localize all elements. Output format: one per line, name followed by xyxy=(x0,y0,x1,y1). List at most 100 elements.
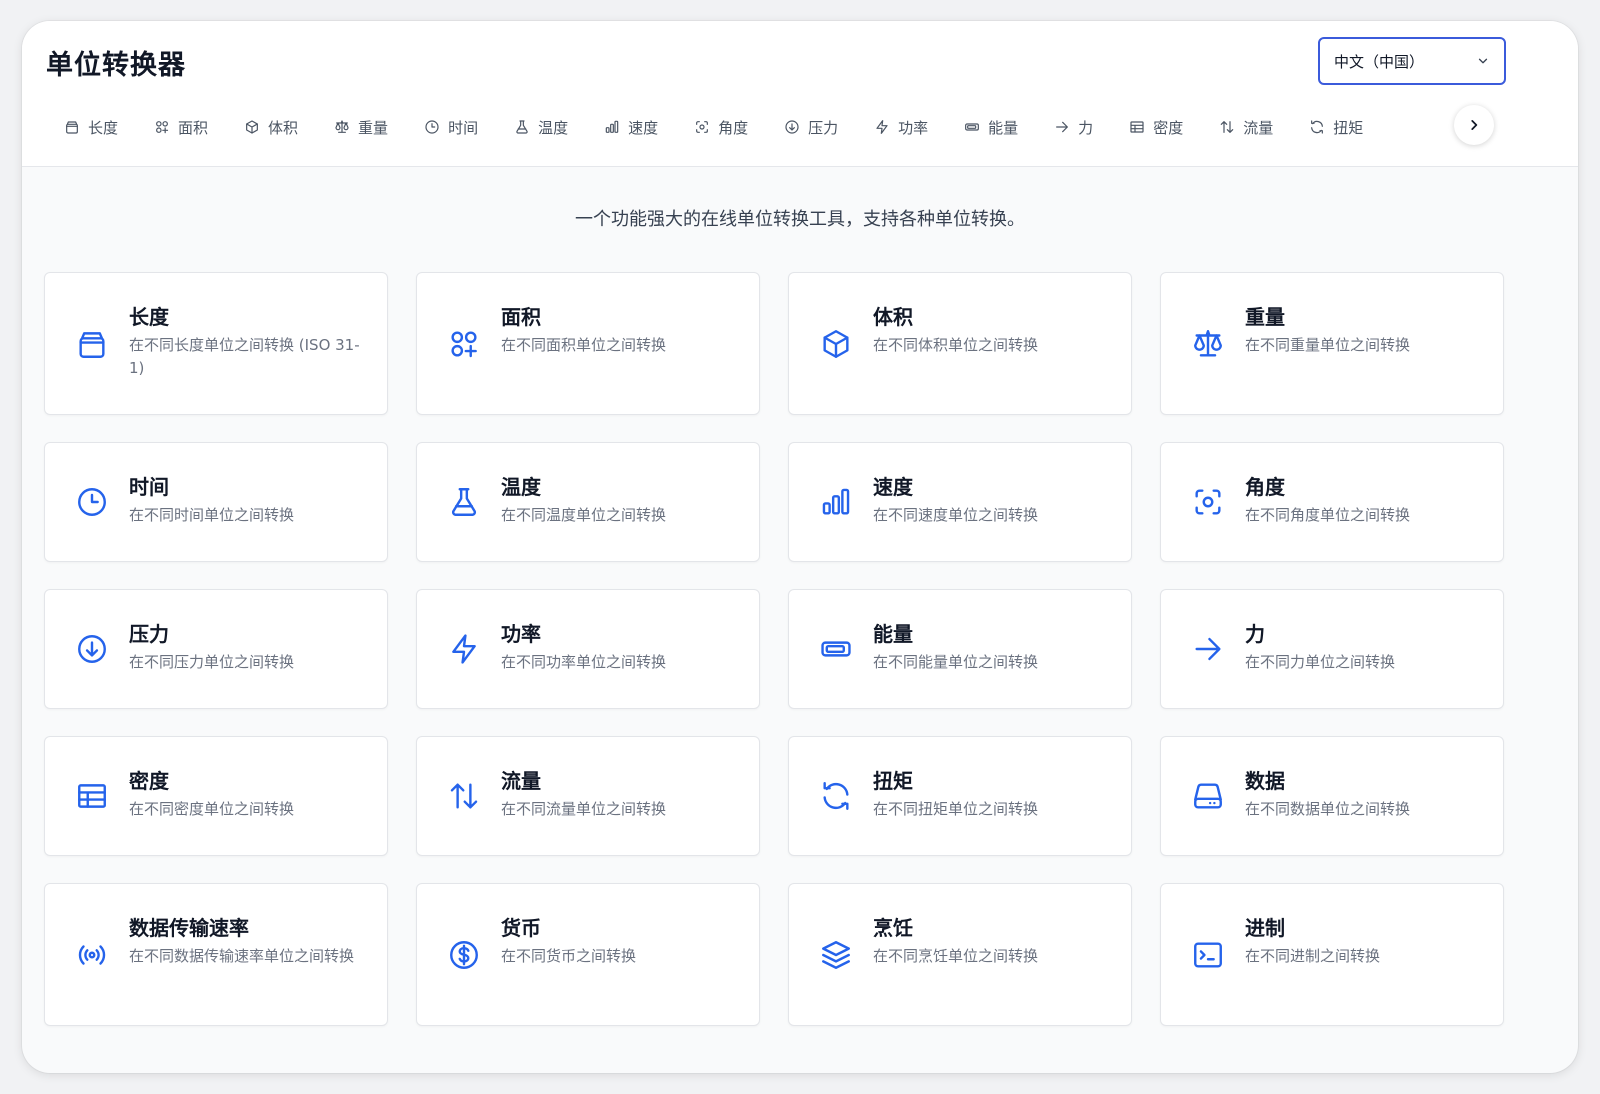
card-description: 在不同体积单位之间转换 xyxy=(873,336,1039,354)
card-description: 在不同货币之间转换 xyxy=(501,947,637,965)
energy-icon xyxy=(821,641,851,657)
nav-item-force[interactable]: 力 xyxy=(1054,117,1093,138)
nav-item-flow[interactable]: 流量 xyxy=(1219,117,1273,138)
nav-item-area[interactable]: 面积 xyxy=(154,117,208,138)
force-icon xyxy=(1195,637,1221,661)
card-icon xyxy=(447,779,481,813)
speed-icon xyxy=(605,120,619,133)
card-text: 数据 在不同数据单位之间转换 xyxy=(1245,767,1481,821)
nav-item-length[interactable]: 长度 xyxy=(64,117,118,138)
converter-card-speed[interactable]: 速度 在不同速度单位之间转换 xyxy=(788,442,1132,562)
nav-item-density[interactable]: 密度 xyxy=(1129,117,1183,138)
converter-card-number-base[interactable]: 进制 在不同进制之间转换 xyxy=(1160,883,1504,1026)
nav-item-pressure[interactable]: 压力 xyxy=(784,117,838,138)
nav-item-label: 长度 xyxy=(88,118,119,137)
converter-card-flow[interactable]: 流量 在不同流量单位之间转换 xyxy=(416,736,760,856)
chevron-right-icon xyxy=(1471,120,1478,130)
nav-item-label: 能量 xyxy=(988,118,1019,137)
converter-card-pressure[interactable]: 压力 在不同压力单位之间转换 xyxy=(44,589,388,709)
converter-card-torque[interactable]: 扭矩 在不同扭矩单位之间转换 xyxy=(788,736,1132,856)
pressure-icon xyxy=(785,120,799,134)
nav-item-time[interactable]: 时间 xyxy=(424,117,478,138)
scroll-right-button[interactable] xyxy=(1454,105,1494,145)
converter-card-force[interactable]: 力在不同力单位之间转换 xyxy=(1160,589,1504,709)
nav-item-energy[interactable]: 能量 xyxy=(964,117,1018,138)
nav-item-speed[interactable]: 速度 xyxy=(604,117,658,138)
length-icon xyxy=(66,121,78,134)
converter-card-data-rate[interactable]: 数据传输速率 在不同数据传输速率单位之间转换 xyxy=(44,883,388,1026)
converter-card-power[interactable]: 功率 在不同功率单位之间转换 xyxy=(416,589,760,709)
converter-card-data[interactable]: 数据 在不同数据单位之间转换 xyxy=(1160,736,1504,856)
number-base-icon xyxy=(1194,941,1222,968)
card-title: 扭矩 xyxy=(873,769,913,793)
card-description: 在不同进制之间转换 xyxy=(1245,947,1381,965)
card-text: 力在不同力单位之间转换 xyxy=(1245,620,1481,674)
card-title: 烹饪 xyxy=(873,916,913,940)
converter-card-temperature[interactable]: 温度 在不同温度单位之间转换 xyxy=(416,442,760,562)
converter-card-energy[interactable]: 能量 在不同能量单位之间转换 xyxy=(788,589,1132,709)
card-icon xyxy=(75,779,109,813)
nav-item-torque[interactable]: 扭矩 xyxy=(1309,117,1363,138)
card-text: 速度 在不同速度单位之间转换 xyxy=(873,473,1109,527)
card-icon xyxy=(819,938,853,972)
card-title: 体积 xyxy=(873,305,913,329)
energy-icon xyxy=(965,123,980,131)
card-icon xyxy=(1191,327,1225,361)
card-title: 流量 xyxy=(501,769,541,793)
card-description: 在不同功率单位之间转换 xyxy=(501,653,667,671)
card-title: 重量 xyxy=(1245,305,1285,329)
converter-card-density[interactable]: 密度 在不同密度单位之间转换 xyxy=(44,736,388,856)
app-title: 单位转换器 xyxy=(46,50,186,81)
converter-card-angle[interactable]: 角度 在不同角度单位之间转换 xyxy=(1160,442,1504,562)
card-description: 在不同压力单位之间转换 xyxy=(129,653,295,671)
card-icon xyxy=(1191,938,1225,972)
converter-card-cooking[interactable]: 烹饪在不同烹饪单位之间转换 xyxy=(788,883,1132,1026)
area-icon xyxy=(451,330,477,357)
nav-item-weight[interactable]: 重量 xyxy=(334,117,388,138)
card-icon xyxy=(447,938,481,972)
nav-item-label: 温度 xyxy=(538,118,569,137)
weight-icon xyxy=(1194,329,1222,357)
nav-item-volume[interactable]: 体积 xyxy=(244,117,298,138)
card-text: 功率 在不同功率单位之间转换 xyxy=(501,620,737,674)
card-icon xyxy=(75,327,109,361)
nav-item-label: 压力 xyxy=(808,118,839,137)
card-description: 在不同烹饪单位之间转换 xyxy=(873,947,1039,965)
nav-item-label: 重量 xyxy=(358,118,389,137)
card-text: 烹饪在不同烹饪单位之间转换 xyxy=(873,914,1109,968)
nav-item-power[interactable]: 功率 xyxy=(874,117,928,138)
nav-item-angle[interactable]: 角度 xyxy=(694,117,748,138)
converter-card-volume[interactable]: 体积在不同体积单位之间转换 xyxy=(788,272,1132,415)
card-description: 在不同长度单位之间转换 (ISO 31-1) xyxy=(129,336,360,377)
data-rate-icon xyxy=(78,944,106,965)
pressure-icon xyxy=(78,635,106,663)
converter-card-area[interactable]: 面积在不同面积单位之间转换 xyxy=(416,272,760,415)
temperature-icon xyxy=(516,120,528,134)
angle-icon xyxy=(696,121,709,133)
card-text: 时间 在不同时间单位之间转换 xyxy=(129,473,365,527)
card-title: 面积 xyxy=(501,305,541,329)
card-title: 货币 xyxy=(501,916,541,940)
card-title: 角度 xyxy=(1245,475,1285,499)
card-icon xyxy=(1191,779,1225,813)
converter-card-currency[interactable]: 货币在不同货币之间转换 xyxy=(416,883,760,1026)
converter-card-length[interactable]: 长度 在不同长度单位之间转换 (ISO 31-1) xyxy=(44,272,388,415)
converter-card-weight[interactable]: 重量 在不同重量单位之间转换 xyxy=(1160,272,1504,415)
card-title: 温度 xyxy=(501,475,541,499)
language-select[interactable]: 中文（中国） xyxy=(1318,37,1506,85)
temperature-icon xyxy=(451,488,477,516)
converter-card-time[interactable]: 时间 在不同时间单位之间转换 xyxy=(44,442,388,562)
card-title: 能量 xyxy=(873,622,913,646)
app-window: 单位转换器 中文（中国） 长度 面积 体积 重量 时间 温度 速度 角度 压力 功率 能量力密度 流量… xyxy=(22,21,1578,1073)
nav-item-temperature[interactable]: 温度 xyxy=(514,117,568,138)
nav-item-label: 时间 xyxy=(448,118,479,137)
card-title: 数据传输速率 xyxy=(129,916,249,940)
card-title: 速度 xyxy=(873,475,913,499)
card-title: 数据 xyxy=(1245,769,1285,793)
card-text: 体积在不同体积单位之间转换 xyxy=(873,303,1109,357)
card-text: 扭矩 在不同扭矩单位之间转换 xyxy=(873,767,1109,821)
card-description: 在不同面积单位之间转换 xyxy=(501,336,667,354)
angle-icon xyxy=(1195,489,1221,515)
card-title: 力 xyxy=(1245,622,1265,646)
card-text: 压力 在不同压力单位之间转换 xyxy=(129,620,365,674)
